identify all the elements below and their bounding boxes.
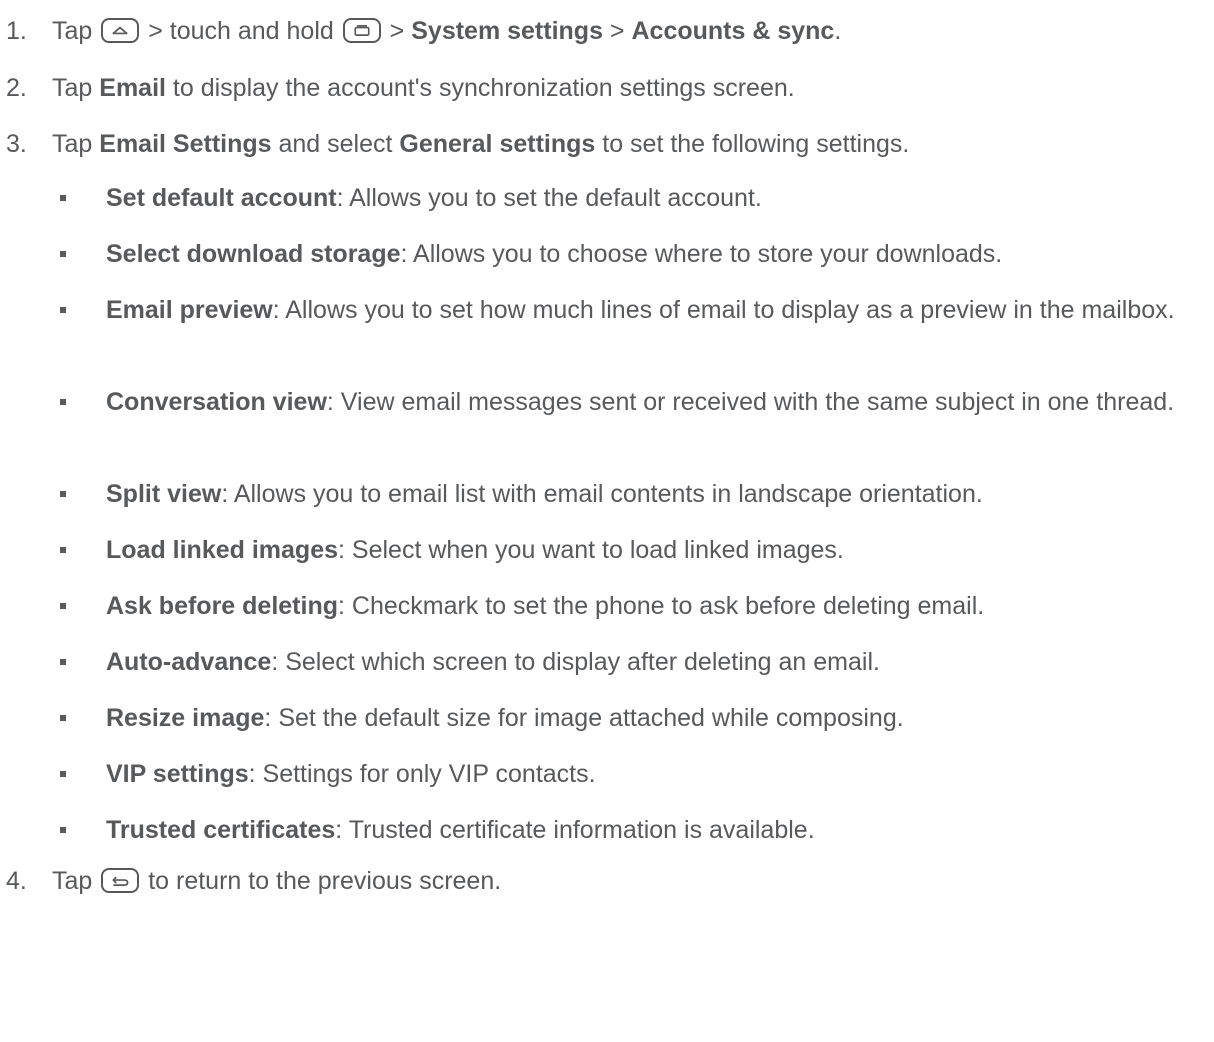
setting-item-trusted-certificates: Trusted certificates: Trusted certificat… <box>60 813 1210 848</box>
step-4: 4. Tap to return to the previous screen. <box>6 866 501 896</box>
bullet-icon <box>60 195 66 201</box>
setting-item-conversation-view: Conversation view: View email messages s… <box>60 385 1210 420</box>
bullet-icon <box>60 827 66 833</box>
recent-apps-key-icon <box>342 18 381 43</box>
step-1-bold-system-settings: System settings <box>411 17 603 45</box>
setting-item-set-default-account: Set default account: Allows you to set t… <box>60 181 1210 216</box>
setting-item-load-linked-images: Load linked images: Select when you want… <box>60 533 1210 568</box>
setting-item-auto-advance: Auto-advance: Select which screen to dis… <box>60 645 1210 680</box>
bullet-icon <box>60 771 66 777</box>
step-number: 4. <box>6 867 27 895</box>
setting-item-email-preview: Email preview: Allows you to set how muc… <box>60 293 1210 328</box>
step-text: Tap Email Settings and select General se… <box>52 130 910 158</box>
bullet-icon <box>60 603 66 609</box>
setting-item-resize-image: Resize image: Set the default size for i… <box>60 701 1210 736</box>
bullet-icon <box>60 491 66 497</box>
step-1-bold-accounts-sync: Accounts & sync <box>631 17 835 45</box>
bullet-icon <box>60 307 66 313</box>
step-number: 3. <box>6 130 27 158</box>
setting-item-select-download-storage: Select download storage: Allows you to c… <box>60 237 1210 272</box>
setting-item-split-view: Split view: Allows you to email list wit… <box>60 477 1210 512</box>
back-key-icon <box>101 868 140 893</box>
step-number: 2. <box>6 74 27 102</box>
step-text: Tap to return to the previous screen. <box>52 867 502 895</box>
home-key-icon <box>101 18 140 43</box>
setting-item-ask-before-deleting: Ask before deleting: Checkmark to set th… <box>60 589 1210 624</box>
step-1: 1. Tap > touch and hold > System settings… <box>6 16 841 46</box>
step-number: 1. <box>6 17 27 45</box>
bullet-icon <box>60 251 66 257</box>
step-2: 2. Tap Email to display the account's syn… <box>6 73 795 103</box>
step-text: Tap Email to display the account's synch… <box>52 74 795 102</box>
bullet-icon <box>60 399 66 405</box>
setting-item-vip-settings: VIP settings: Settings for only VIP cont… <box>60 757 1210 792</box>
bullet-icon <box>60 547 66 553</box>
step-3: 3. Tap Email Settings and select General … <box>6 129 909 159</box>
step-text: Tap > touch and hold > System settings >… <box>52 17 842 45</box>
bullet-icon <box>60 715 66 721</box>
bullet-icon <box>60 659 66 665</box>
